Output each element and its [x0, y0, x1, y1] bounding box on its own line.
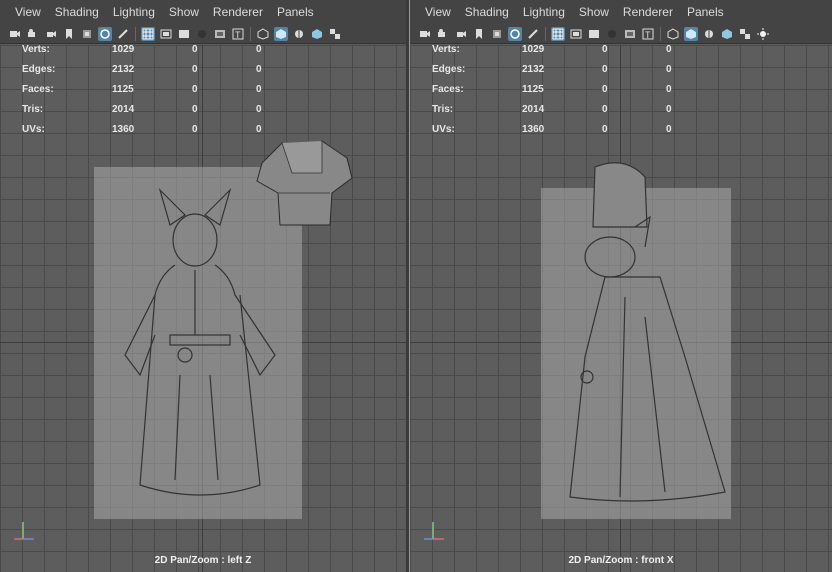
menu-renderer[interactable]: Renderer — [213, 5, 263, 19]
gate-mask-icon[interactable] — [195, 27, 209, 41]
camera-attributes-icon[interactable] — [436, 27, 450, 41]
hud-row-edges: Edges: 2132 0 0 — [432, 64, 672, 75]
menu-view[interactable]: View — [15, 5, 41, 19]
xray-icon[interactable] — [310, 27, 324, 41]
grid-icon[interactable] — [141, 26, 155, 41]
textured-icon[interactable] — [328, 27, 342, 41]
menu-panels[interactable]: Panels — [277, 5, 314, 19]
axis-gizmo — [418, 514, 448, 544]
2d-pan-zoom-active-icon[interactable] — [98, 26, 112, 41]
hud-row-verts: Verts: 1029 0 0 — [432, 44, 672, 55]
viewport-panel-left[interactable]: View Shading Lighting Show Renderer Pane… — [0, 0, 406, 572]
menu-shading[interactable]: Shading — [55, 5, 99, 19]
shade-wireframe-icon[interactable] — [292, 27, 306, 41]
hud-row-uvs: UVs: 1360 0 0 — [22, 124, 262, 135]
safe-title-icon[interactable]: T — [641, 27, 655, 41]
hud-row-tris: Tris: 2014 0 0 — [432, 104, 672, 115]
menu-show[interactable]: Show — [579, 5, 609, 19]
film-gate-icon[interactable] — [159, 27, 173, 41]
select-camera-icon[interactable] — [8, 27, 22, 41]
camera-label: 2D Pan/Zoom : front X — [568, 555, 674, 566]
panel-toolbar: T — [410, 24, 832, 44]
menu-lighting[interactable]: Lighting — [523, 5, 565, 19]
lighting-icon[interactable] — [756, 27, 770, 41]
menu-renderer[interactable]: Renderer — [623, 5, 673, 19]
resolution-gate-icon[interactable] — [587, 27, 601, 41]
toolbar-separator — [135, 26, 136, 41]
xray-icon[interactable] — [720, 27, 734, 41]
smooth-shade-icon[interactable] — [684, 26, 698, 41]
grid-icon[interactable] — [551, 26, 565, 41]
mesh-model-left[interactable] — [252, 133, 356, 229]
svg-text:T: T — [645, 30, 651, 40]
hud-row-tris: Tris: 2014 0 0 — [22, 104, 262, 115]
svg-text:T: T — [235, 30, 241, 40]
2d-pan-zoom-active-icon[interactable] — [508, 26, 522, 41]
hud-row-verts: Verts: 1029 0 0 — [22, 44, 262, 55]
gate-mask-icon[interactable] — [605, 27, 619, 41]
field-chart-icon[interactable] — [623, 27, 637, 41]
image-plane-icon[interactable] — [472, 27, 486, 41]
shade-wireframe-icon[interactable] — [702, 27, 716, 41]
toolbar-separator — [545, 26, 546, 41]
bookmark-icon[interactable] — [44, 27, 58, 41]
resolution-gate-icon[interactable] — [177, 27, 191, 41]
2d-pan-zoom-icon[interactable] — [80, 27, 94, 41]
menu-lighting[interactable]: Lighting — [113, 5, 155, 19]
panel-menubar: View Shading Lighting Show Renderer Pane… — [410, 0, 832, 24]
hud-row-edges: Edges: 2132 0 0 — [22, 64, 262, 75]
field-chart-icon[interactable] — [213, 27, 227, 41]
axis-gizmo — [8, 514, 38, 544]
textured-icon[interactable] — [738, 27, 752, 41]
rabbit-robe-sketch-side — [569, 162, 726, 502]
camera-attributes-icon[interactable] — [26, 27, 40, 41]
wireframe-icon[interactable] — [666, 27, 680, 41]
menu-panels[interactable]: Panels — [687, 5, 724, 19]
camera-label: 2D Pan/Zoom : left Z — [154, 555, 252, 566]
film-gate-icon[interactable] — [569, 27, 583, 41]
hud-row-faces: Faces: 1125 0 0 — [432, 84, 672, 95]
viewport-panel-right[interactable]: View Shading Lighting Show Renderer Pane… — [409, 0, 832, 572]
grease-pencil-icon[interactable] — [116, 27, 130, 41]
2d-pan-zoom-icon[interactable] — [490, 27, 504, 41]
safe-title-icon[interactable]: T — [231, 27, 245, 41]
select-camera-icon[interactable] — [418, 27, 432, 41]
rabbit-robe-sketch — [124, 187, 276, 496]
panel-toolbar: T — [0, 24, 406, 44]
menu-show[interactable]: Show — [169, 5, 199, 19]
panel-menubar: View Shading Lighting Show Renderer Pane… — [0, 0, 406, 24]
hud-row-faces: Faces: 1125 0 0 — [22, 84, 262, 95]
menu-view[interactable]: View — [425, 5, 451, 19]
menu-shading[interactable]: Shading — [465, 5, 509, 19]
toolbar-separator — [660, 26, 661, 41]
bookmark-icon[interactable] — [454, 27, 468, 41]
hud-row-uvs: UVs: 1360 0 0 — [432, 124, 672, 135]
wireframe-icon[interactable] — [256, 27, 270, 41]
smooth-shade-icon[interactable] — [274, 26, 288, 41]
image-plane-icon[interactable] — [62, 27, 76, 41]
grease-pencil-icon[interactable] — [526, 27, 540, 41]
toolbar-separator — [250, 26, 251, 41]
